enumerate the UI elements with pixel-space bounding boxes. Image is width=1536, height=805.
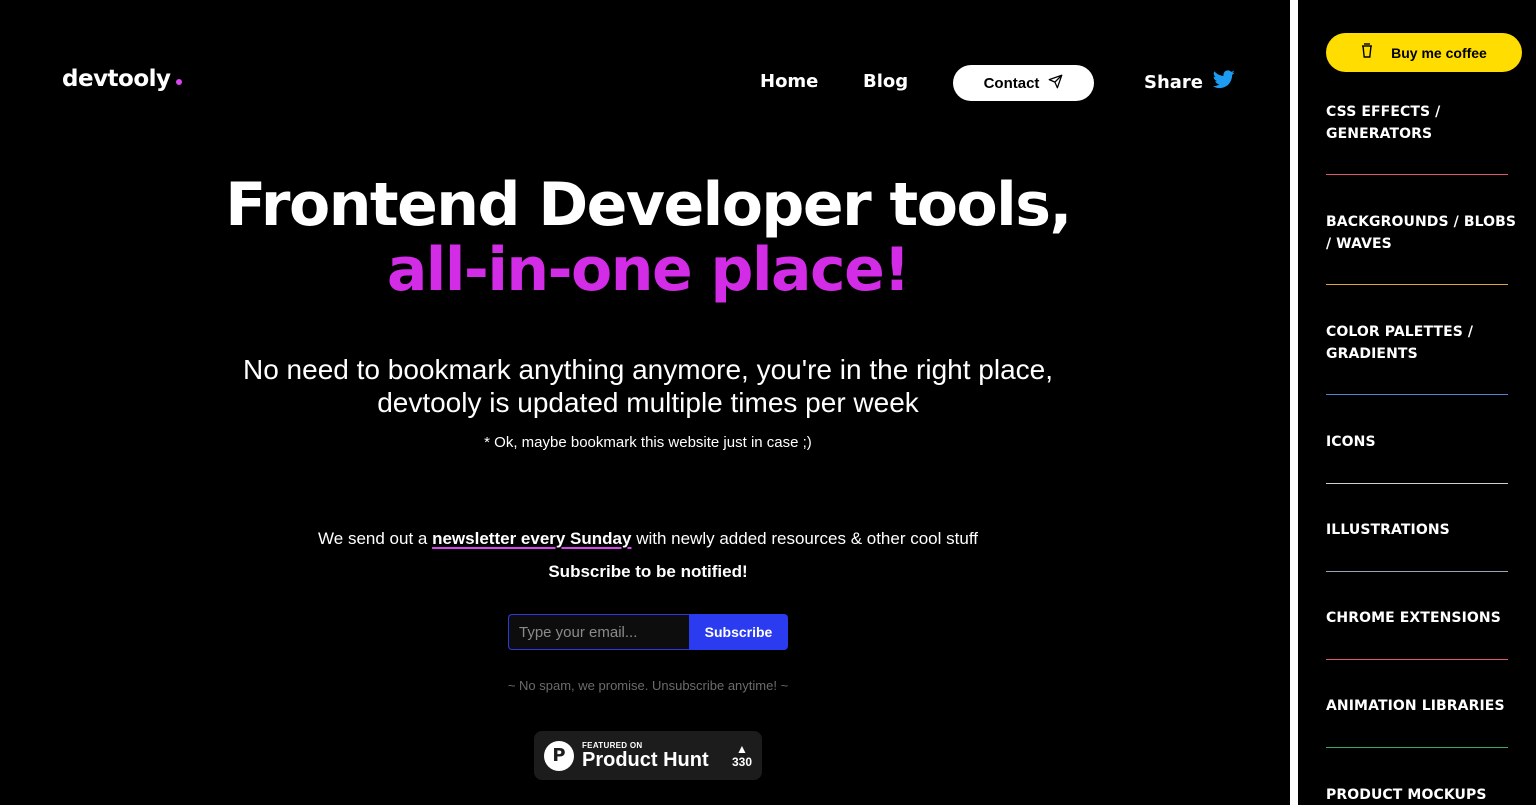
hero-title-line2: all-in-one place! [386, 235, 911, 305]
sidebar-item-color-palettes[interactable]: COLOR PALETTES / GRADIENTS [1326, 321, 1522, 365]
sidebar-divider-line [1326, 747, 1508, 748]
sidebar-divider-line [1326, 174, 1508, 175]
newsletter-link[interactable]: newsletter every Sunday [432, 529, 631, 548]
logo-text: devtooly [62, 66, 171, 92]
bookmark-note: * Ok, maybe bookmark this website just i… [484, 434, 812, 451]
logo[interactable]: devtooly [62, 66, 182, 92]
buy-me-coffee-button[interactable]: Buy me coffee [1326, 33, 1522, 72]
main-content: devtooly Home Blog Contact Share Fronten… [0, 0, 1290, 805]
sidebar-item-chrome-extensions[interactable]: CHROME EXTENSIONS [1326, 607, 1522, 629]
contact-label: Contact [983, 74, 1040, 92]
hero-subtitle-line1: No need to bookmark anything anymore, yo… [242, 354, 1054, 385]
sidebar-divider-line [1326, 394, 1508, 395]
subscribe-button[interactable]: Subscribe [689, 614, 788, 650]
product-hunt-icon: P [544, 740, 574, 771]
subscribe-form: Subscribe [508, 614, 788, 650]
newsletter-text-after: with newly added resources & other cool … [631, 529, 978, 548]
sidebar-item-backgrounds[interactable]: BACKGROUNDS / BLOBS / WAVES [1326, 211, 1522, 255]
email-input[interactable] [508, 614, 689, 650]
sidebar-item-illustrations[interactable]: ILLUSTRATIONS [1326, 519, 1522, 541]
coffee-cup-icon [1361, 43, 1373, 62]
coffee-label: Buy me coffee [1391, 44, 1487, 61]
subscribe-cta: Subscribe to be notified! [548, 562, 748, 581]
share-label: Share [1144, 71, 1204, 93]
product-hunt-votes: ▲ 330 [732, 743, 752, 769]
sidebar-divider-line [1326, 284, 1508, 285]
sidebar: Buy me coffee CSS EFFECTS / GENERATORS B… [1298, 0, 1536, 805]
sidebar-item-animation-libraries[interactable]: ANIMATION LIBRARIES [1326, 695, 1522, 717]
product-hunt-badge[interactable]: P FEATURED ON Product Hunt ▲ 330 [534, 731, 762, 780]
hero-subtitle-line2: devtooly is updated multiple times per w… [377, 387, 919, 418]
sidebar-item-product-mockups[interactable]: PRODUCT MOCKUPS [1326, 784, 1522, 805]
vote-count: 330 [731, 754, 752, 769]
logo-dot [175, 79, 182, 85]
twitter-icon [1212, 70, 1235, 94]
upvote-triangle-icon: ▲ [736, 741, 748, 756]
newsletter-text-before: We send out a [318, 529, 433, 548]
no-spam-disclaimer: ~ No spam, we promise. Unsubscribe anyti… [507, 678, 789, 693]
contact-button[interactable]: Contact [953, 65, 1094, 101]
product-hunt-text: FEATURED ON Product Hunt [582, 741, 709, 770]
sidebar-item-css-effects[interactable]: CSS EFFECTS / GENERATORS [1326, 101, 1522, 145]
product-hunt-name: Product Hunt [582, 749, 709, 771]
sidebar-divider-line [1326, 483, 1508, 484]
nav-home-link[interactable]: Home [760, 71, 818, 92]
sidebar-divider-line [1326, 659, 1508, 660]
sidebar-divider-line [1326, 571, 1508, 572]
share-button[interactable]: Share [1144, 70, 1235, 94]
newsletter-text: We send out a newsletter every Sunday wi… [0, 529, 1296, 549]
sidebar-divider [1290, 0, 1298, 805]
sidebar-item-icons[interactable]: ICONS [1326, 431, 1522, 453]
send-icon [1048, 74, 1063, 93]
hero-title-line1: Frontend Developer tools, [225, 170, 1072, 240]
nav-blog-link[interactable]: Blog [863, 71, 908, 92]
